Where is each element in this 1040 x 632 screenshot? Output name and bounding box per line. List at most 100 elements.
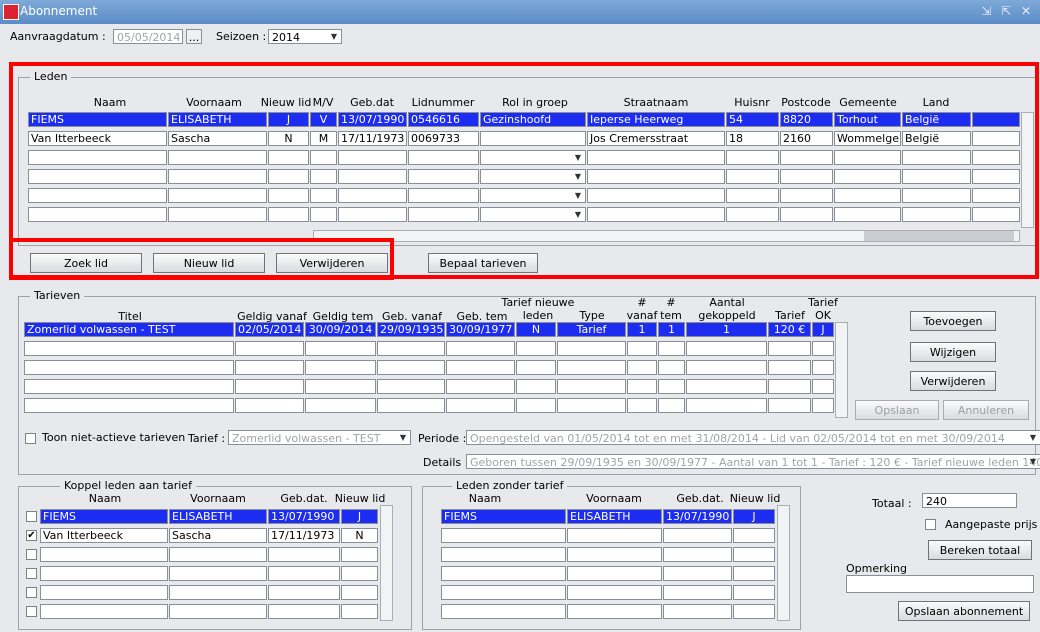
empty-cell[interactable] [268, 604, 340, 619]
table-cell[interactable]: 17/11/1973 [268, 528, 340, 543]
empty-cell[interactable] [768, 379, 811, 394]
table-cell[interactable]: 29/09/1935 [377, 322, 445, 337]
empty-cell[interactable] [305, 398, 376, 413]
empty-cell[interactable] [235, 360, 304, 375]
table-cell[interactable]: 30/09/2014 [305, 322, 376, 337]
empty-cell[interactable] [441, 604, 566, 619]
table-cell[interactable]: N [341, 528, 378, 543]
empty-cell[interactable] [305, 341, 376, 356]
empty-cell[interactable] [658, 341, 685, 356]
empty-cell[interactable] [567, 566, 662, 581]
empty-cell[interactable] [663, 585, 732, 600]
empty-cell[interactable] [441, 528, 566, 543]
table-cell[interactable]: 02/05/2014 [235, 322, 304, 337]
aangepaste-checkbox[interactable] [925, 519, 936, 530]
empty-cell[interactable] [268, 547, 340, 562]
table-cell[interactable]: J [812, 322, 834, 337]
table-cell[interactable]: Sascha [169, 528, 267, 543]
empty-cell[interactable] [516, 360, 556, 375]
checkbox-icon[interactable] [26, 587, 37, 598]
checkbox-icon[interactable] [26, 568, 37, 579]
empty-cell[interactable] [235, 341, 304, 356]
checkbox-icon[interactable] [26, 606, 37, 617]
empty-cell[interactable] [377, 360, 445, 375]
empty-cell[interactable] [663, 547, 732, 562]
tarieven-vscroll[interactable] [835, 322, 848, 418]
table-cell[interactable]: 1 [627, 322, 657, 337]
window-controls[interactable]: ⇲ ⇱ ✕ [981, 4, 1034, 18]
annuleren-button[interactable]: Annuleren [943, 400, 1029, 420]
empty-cell[interactable] [627, 379, 657, 394]
empty-cell[interactable] [557, 379, 626, 394]
empty-cell[interactable] [733, 528, 775, 543]
empty-cell[interactable] [627, 398, 657, 413]
aanvraagdatum-input[interactable]: 05/05/2014 [113, 29, 183, 44]
empty-cell[interactable] [377, 341, 445, 356]
empty-cell[interactable] [268, 566, 340, 581]
empty-cell[interactable] [169, 585, 267, 600]
empty-cell[interactable] [40, 566, 168, 581]
empty-cell[interactable] [658, 360, 685, 375]
empty-cell[interactable] [24, 379, 234, 394]
empty-cell[interactable] [567, 528, 662, 543]
empty-cell[interactable] [305, 379, 376, 394]
empty-cell[interactable] [268, 585, 340, 600]
empty-cell[interactable] [686, 379, 767, 394]
empty-cell[interactable] [40, 604, 168, 619]
empty-cell[interactable] [169, 547, 267, 562]
empty-cell[interactable] [733, 585, 775, 600]
empty-cell[interactable] [663, 566, 732, 581]
empty-cell[interactable] [441, 547, 566, 562]
empty-cell[interactable] [516, 398, 556, 413]
empty-cell[interactable] [40, 585, 168, 600]
toevoegen-button[interactable]: Toevoegen [910, 311, 996, 331]
empty-cell[interactable] [557, 341, 626, 356]
table-cell[interactable]: FIEMS [441, 509, 566, 524]
checkbox-icon[interactable]: ✔ [26, 530, 37, 541]
table-cell[interactable]: J [341, 509, 378, 524]
table-cell[interactable]: Van Itterbeeck [40, 528, 168, 543]
empty-cell[interactable] [516, 379, 556, 394]
empty-cell[interactable] [24, 360, 234, 375]
totaal-input[interactable]: 240 [922, 493, 1017, 508]
empty-cell[interactable] [24, 398, 234, 413]
empty-cell[interactable] [663, 604, 732, 619]
seizoen-select[interactable]: 2014 ▼ [268, 29, 342, 44]
toon-checkbox[interactable] [25, 433, 36, 444]
empty-cell[interactable] [768, 360, 811, 375]
empty-cell[interactable] [557, 360, 626, 375]
details-field[interactable]: Geboren tussen 29/09/1935 en 30/09/1977 … [466, 454, 1040, 469]
empty-cell[interactable] [686, 398, 767, 413]
table-cell[interactable]: Tarief [557, 322, 626, 337]
table-cell[interactable]: Zomerlid volwassen - TEST [24, 322, 234, 337]
empty-cell[interactable] [686, 360, 767, 375]
bereken-totaal-button[interactable]: Bereken totaal [928, 540, 1032, 560]
zonder-vscroll[interactable] [777, 505, 790, 621]
empty-cell[interactable] [627, 360, 657, 375]
empty-cell[interactable] [686, 341, 767, 356]
table-cell[interactable]: J [733, 509, 775, 524]
empty-cell[interactable] [658, 379, 685, 394]
empty-cell[interactable] [557, 398, 626, 413]
opmerking-input[interactable] [846, 575, 1034, 593]
checkbox-icon[interactable] [26, 511, 37, 522]
empty-cell[interactable] [516, 341, 556, 356]
periode-field[interactable]: Opengesteld van 01/05/2014 tot en met 31… [466, 430, 1040, 445]
empty-cell[interactable] [446, 341, 515, 356]
table-cell[interactable]: ELISABETH [567, 509, 662, 524]
table-cell[interactable]: 30/09/1977 [446, 322, 515, 337]
empty-cell[interactable] [305, 360, 376, 375]
empty-cell[interactable] [768, 398, 811, 413]
empty-cell[interactable] [768, 341, 811, 356]
empty-cell[interactable] [40, 547, 168, 562]
empty-cell[interactable] [446, 398, 515, 413]
empty-cell[interactable] [341, 604, 378, 619]
empty-cell[interactable] [377, 398, 445, 413]
table-cell[interactable]: 13/07/1990 [268, 509, 340, 524]
empty-cell[interactable] [341, 585, 378, 600]
empty-cell[interactable] [235, 398, 304, 413]
empty-cell[interactable] [446, 379, 515, 394]
empty-cell[interactable] [663, 528, 732, 543]
checkbox-icon[interactable] [26, 549, 37, 560]
empty-cell[interactable] [812, 341, 834, 356]
